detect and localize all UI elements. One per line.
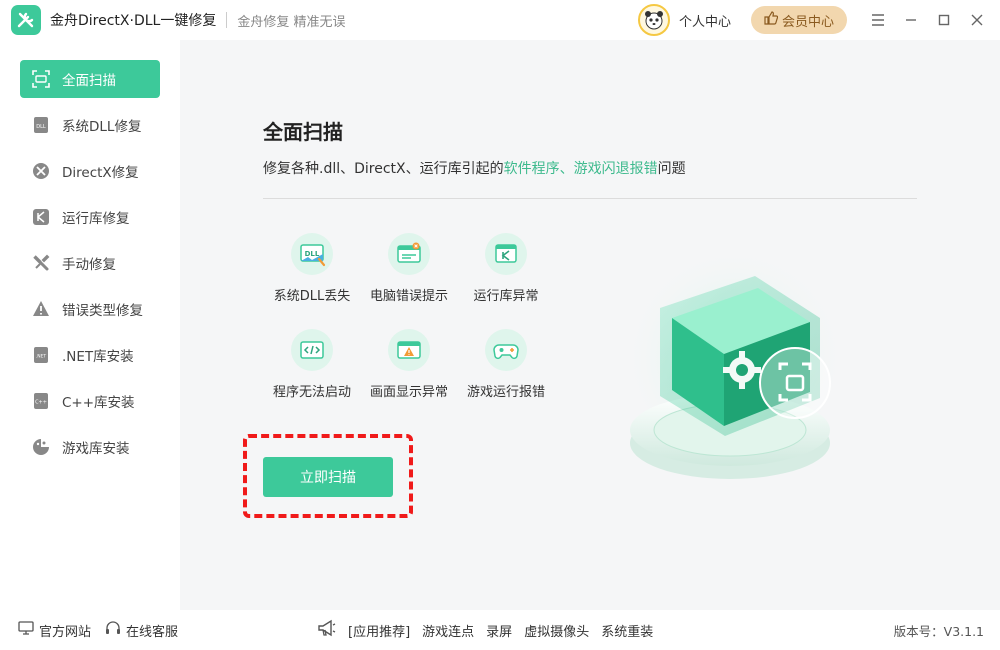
recommend-item-screen-record[interactable]: 录屏 (486, 621, 512, 640)
sidebar-item-label: 错误类型修复 (62, 303, 143, 319)
feature-label: 运行库异常 (473, 289, 539, 304)
content-divider (263, 198, 917, 199)
directx-icon (31, 161, 51, 181)
close-button[interactable] (962, 5, 992, 35)
sidebar-item-label: 运行库修复 (62, 211, 130, 227)
official-site-label: 官方网站 (39, 624, 92, 640)
monitor-icon (18, 621, 34, 639)
feature-game-error: 游戏运行报错 (451, 329, 561, 400)
recommend-item-virtual-camera[interactable]: 虚拟摄像头 (524, 621, 589, 640)
sidebar-item-cpp-install[interactable]: C++ C++库安装 (20, 382, 160, 420)
online-service-link[interactable]: 在线客服 (105, 610, 178, 650)
recommend-label: [应用推荐] (348, 624, 411, 640)
page-description: 修复各种.dll、DirectX、运行库引起的软件程序、游戏闪退报错问题 (263, 158, 686, 178)
feature-program-cannot-start: 程序无法启动 (257, 329, 367, 400)
recommend-item-autoclicker[interactable]: 游戏连点 (422, 621, 474, 640)
version-label: 版本号：V3.1.1 (893, 623, 984, 639)
dotnet-icon: .NET (31, 345, 51, 365)
minimize-icon (906, 19, 916, 21)
footer: 官方网站 在线客服 [应用推荐] 游戏连点 录屏 虚拟摄像头 系统重装 版本号：… (0, 610, 1000, 650)
game-icon (31, 437, 51, 457)
dll-icon: DLL (31, 115, 51, 135)
feature-dll-missing: DLL 系统DLL丢失 (257, 233, 367, 304)
main-panel: 全面扫描 修复各种.dll、DirectX、运行库引起的软件程序、游戏闪退报错问… (180, 40, 1000, 610)
code-icon (291, 329, 333, 371)
app-recommend: [应用推荐] 游戏连点 录屏 虚拟摄像头 系统重装 (317, 610, 653, 650)
official-site-link[interactable]: 官方网站 (18, 610, 91, 650)
personal-center-link[interactable]: 个人中心 (679, 11, 731, 30)
sidebar-item-label: DirectX修复 (62, 165, 139, 181)
vip-center-label: 会员中心 (781, 14, 834, 30)
app-title: 金舟DirectX·DLL一键修复 (50, 13, 217, 29)
runtime-icon (31, 207, 51, 227)
sidebar-item-label: 手动修复 (62, 257, 116, 273)
menu-icon (872, 14, 884, 26)
desc-prefix: 修复各种.dll、DirectX、运行库引起的 (263, 161, 504, 177)
maximize-icon (938, 14, 950, 26)
scan-icon (31, 69, 51, 89)
feature-label: 程序无法启动 (272, 385, 351, 400)
title-bar: 金舟DirectX·DLL一键修复 金舟修复 精准无误 个人中心 会员中心 (0, 0, 1000, 40)
sidebar-item-runtime-repair[interactable]: 运行库修复 (20, 198, 160, 236)
sidebar-item-full-scan[interactable]: 全面扫描 (20, 60, 160, 98)
desc-highlight: 软件程序、游戏闪退报错 (503, 161, 658, 177)
sidebar-item-game-lib-install[interactable]: 游戏库安装 (20, 428, 160, 466)
svg-text:DLL: DLL (305, 250, 320, 258)
dll-missing-icon: DLL (291, 233, 333, 275)
feature-label: 系统DLL丢失 (273, 289, 351, 304)
feature-error-prompt: 电脑错误提示 (354, 233, 464, 304)
scan-illustration (625, 258, 845, 479)
online-service-label: 在线客服 (126, 624, 179, 640)
menu-button[interactable] (863, 5, 893, 35)
headset-icon (105, 620, 121, 640)
error-prompt-icon (388, 233, 430, 275)
feature-label: 游戏运行报错 (466, 385, 545, 400)
recommend-item-system-reinstall[interactable]: 系统重装 (601, 621, 653, 640)
feature-label: 电脑错误提示 (369, 289, 448, 304)
vip-center-button[interactable]: 会员中心 (751, 6, 847, 34)
sidebar-item-directx-repair[interactable]: DirectX修复 (20, 152, 160, 190)
desc-suffix: 问题 (657, 161, 686, 177)
svg-text:C++: C++ (35, 400, 47, 406)
avatar[interactable] (637, 4, 670, 36)
runtime-error-icon (485, 233, 527, 275)
close-icon (971, 14, 983, 26)
sidebar-item-dll-repair[interactable]: DLL 系统DLL修复 (20, 106, 160, 144)
tools-icon (31, 253, 51, 273)
sidebar-item-dotnet-install[interactable]: .NET .NET库安装 (20, 336, 160, 374)
sidebar-item-label: 全面扫描 (62, 73, 116, 89)
sidebar-item-manual-repair[interactable]: 手动修复 (20, 244, 160, 282)
svg-text:.NET: .NET (36, 354, 47, 360)
feature-runtime-error: 运行库异常 (451, 233, 561, 304)
page-title: 全面扫描 (263, 120, 343, 144)
feature-display-error: 画面显示异常 (354, 329, 464, 400)
title-divider (226, 12, 228, 28)
sidebar-item-error-type-repair[interactable]: 错误类型修复 (20, 290, 160, 328)
sidebar-item-label: .NET库安装 (62, 349, 134, 365)
display-warning-icon (388, 329, 430, 371)
sidebar-item-label: 系统DLL修复 (62, 119, 142, 135)
cpp-icon: C++ (31, 391, 51, 411)
svg-text:DLL: DLL (36, 124, 46, 130)
app-slogan: 金舟修复 精准无误 (237, 14, 346, 30)
thumbs-up-icon (764, 11, 779, 29)
start-scan-button[interactable]: 立即扫描 (263, 457, 393, 497)
minimize-button[interactable] (896, 5, 926, 35)
megaphone-icon (317, 619, 337, 641)
gamepad-icon (485, 329, 527, 371)
maximize-button[interactable] (929, 5, 959, 35)
sidebar-item-label: 游戏库安装 (62, 441, 130, 457)
warning-icon (31, 299, 51, 319)
sidebar-item-label: C++库安装 (62, 395, 135, 411)
sidebar: 全面扫描 DLL 系统DLL修复 DirectX修复 运行库修复 手动修复 错误… (0, 40, 180, 610)
feature-label: 画面显示异常 (369, 385, 448, 400)
app-logo-icon (11, 5, 41, 35)
